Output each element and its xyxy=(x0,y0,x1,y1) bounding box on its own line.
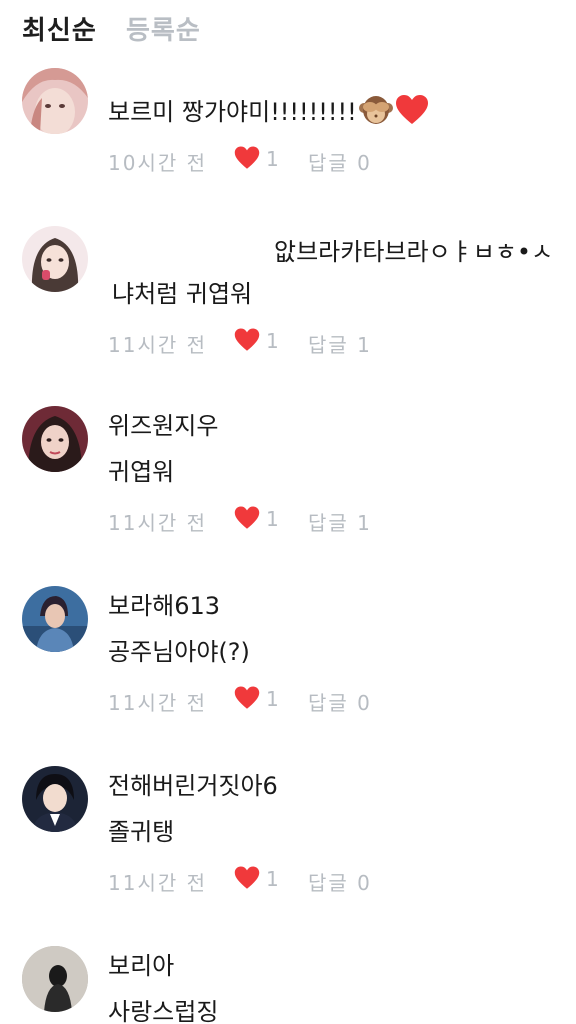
reply-button[interactable]: 답글 0 xyxy=(308,147,372,176)
avatar[interactable] xyxy=(22,68,88,134)
heart-icon xyxy=(234,506,260,535)
comment-time: 11시간 전 xyxy=(108,871,208,895)
comment-nickname[interactable]: 앖브라카타브라ㅇㅑㅂㅎ•ㅅ xyxy=(274,232,553,267)
like-count: 1 xyxy=(266,147,279,171)
comment-time: 11시간 전 xyxy=(108,333,208,357)
comment-list-screen: 보르미 짱가야미!!!!!!!!! 10시간 전 1 답글 0 앖브라카타브라ㅇ… xyxy=(0,0,576,1024)
comment-nickname[interactable]: 전해버린거짓아6 xyxy=(108,766,278,801)
comment-time: 11시간 전 xyxy=(108,691,208,715)
comment-text: 귀엽워 xyxy=(108,458,175,486)
see-no-evil-monkey-icon xyxy=(358,94,393,132)
like-count: 1 xyxy=(266,507,279,531)
tab-latest[interactable]: 최신순 xyxy=(22,10,97,47)
comment-nickname[interactable]: 위즈원지우 xyxy=(108,406,218,441)
reply-button[interactable]: 답글 0 xyxy=(308,687,372,716)
reply-button[interactable]: 답글 1 xyxy=(308,329,372,358)
sort-tabs: 최신순 등록순 xyxy=(0,0,576,56)
reply-button[interactable]: 답글 1 xyxy=(308,507,372,536)
comment-nickname[interactable]: 보리아 xyxy=(108,946,174,981)
comment-text: 공주님아야(?) xyxy=(108,638,250,666)
tab-registered[interactable]: 등록순 xyxy=(126,10,201,47)
avatar[interactable] xyxy=(22,406,88,472)
red-heart-icon xyxy=(395,95,429,131)
comment-text: 졸귀탱 xyxy=(108,818,175,846)
comment-time: 10시간 전 xyxy=(108,151,208,175)
heart-icon xyxy=(234,146,260,175)
like-count: 1 xyxy=(266,329,279,353)
avatar[interactable] xyxy=(22,766,88,832)
comment-nickname[interactable]: 보라해613 xyxy=(108,586,220,621)
like-count: 1 xyxy=(266,867,279,891)
avatar[interactable] xyxy=(22,586,88,652)
heart-icon xyxy=(234,328,260,357)
heart-icon xyxy=(234,686,260,715)
comment-text: 냐처럼 귀엽워 xyxy=(112,280,253,308)
comment-text: 사랑스럽징 xyxy=(108,998,219,1024)
avatar[interactable] xyxy=(22,226,88,292)
like-count: 1 xyxy=(266,687,279,711)
reply-button[interactable]: 답글 0 xyxy=(308,867,372,896)
heart-icon xyxy=(234,866,260,895)
avatar[interactable] xyxy=(22,946,88,1012)
comment-body: 보르미 짱가야미!!!!!!!!! xyxy=(108,98,357,126)
comment-text: 보르미 짱가야미!!!!!!!!! xyxy=(108,92,429,132)
comment-time: 11시간 전 xyxy=(108,511,208,535)
